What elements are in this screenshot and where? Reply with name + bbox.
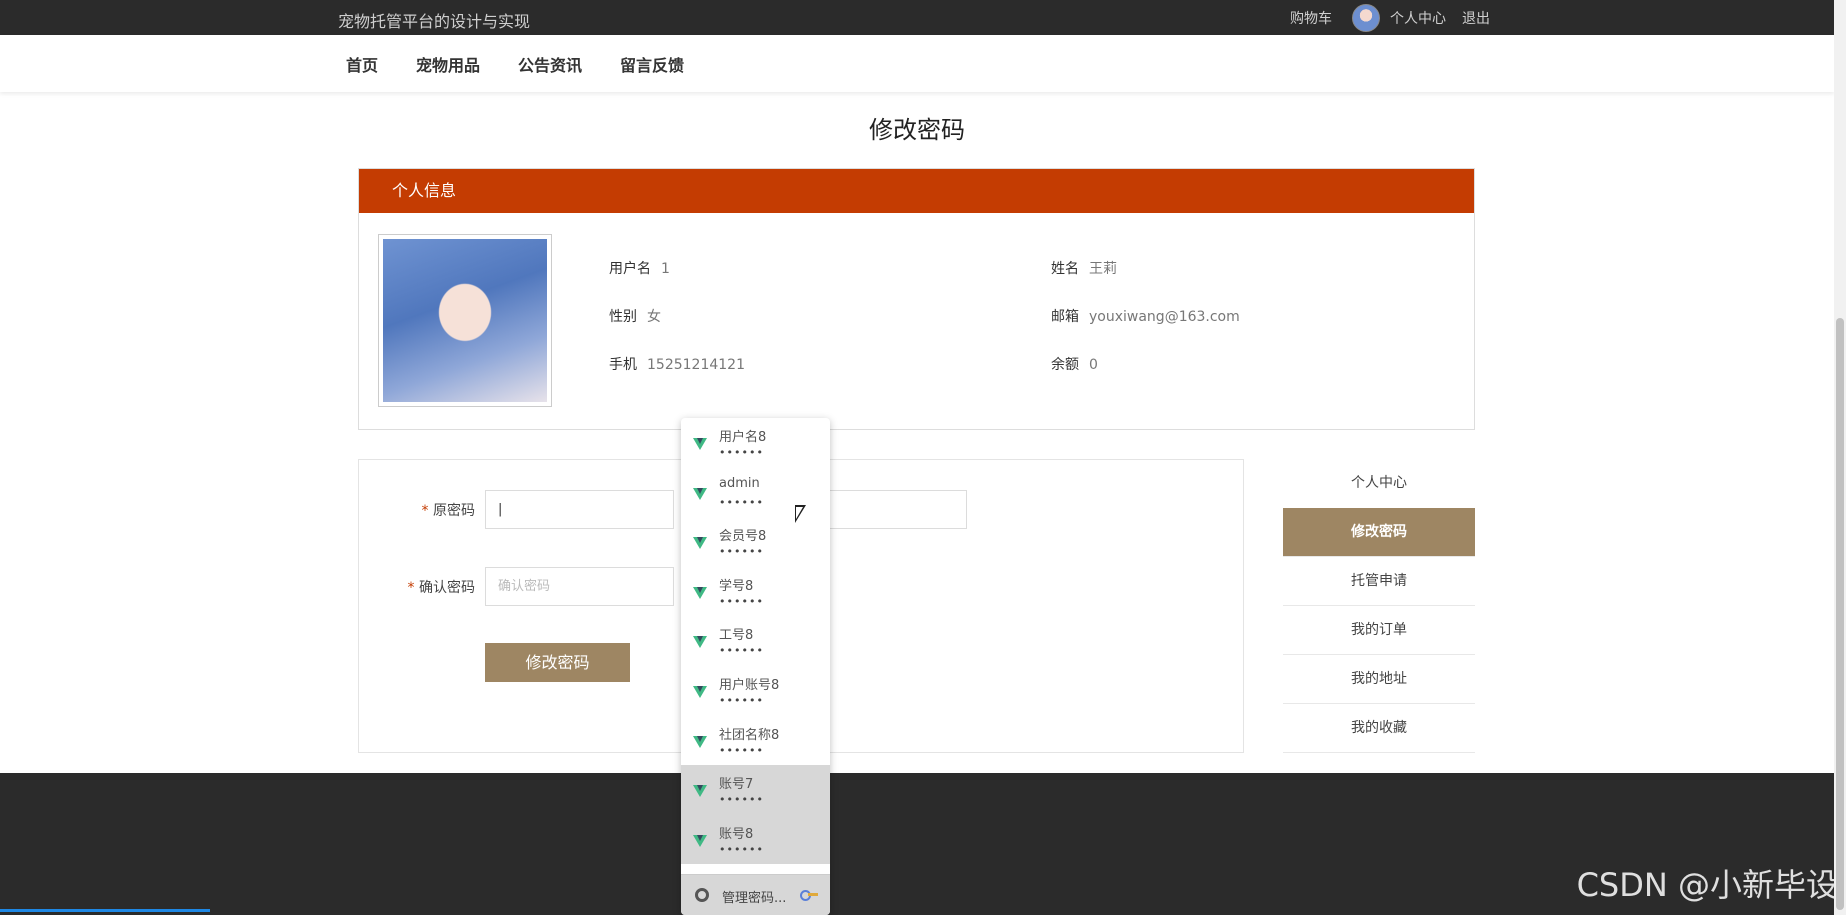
- autofill-password: ••••••: [719, 693, 764, 707]
- autofill-password: ••••••: [719, 495, 764, 509]
- old-password-input[interactable]: |: [485, 490, 674, 529]
- autofill-password: ••••••: [719, 842, 764, 856]
- balance-value: 0: [1089, 357, 1098, 373]
- site-title: 宠物托管平台的设计与实现: [338, 12, 531, 31]
- email-label: 邮箱: [1051, 309, 1079, 325]
- field-email: 邮箱 youxiwang@163.com: [1051, 306, 1240, 326]
- gender-value: 女: [647, 309, 661, 325]
- vue-logo-icon: [693, 834, 707, 847]
- autofill-item[interactable]: 会员号8 ••••••: [681, 517, 830, 567]
- top-bar: 宠物托管平台的设计与实现 购物车 个人中心 退出: [0, 0, 1834, 35]
- field-phone: 手机 15251214121: [609, 354, 745, 374]
- username-value: 1: [661, 261, 670, 277]
- vue-logo-icon: [693, 636, 707, 649]
- side-menu-item-change-password[interactable]: 修改密码: [1283, 508, 1475, 557]
- vue-logo-icon: [693, 785, 707, 798]
- vue-logo-icon: [693, 438, 707, 450]
- nav-item-feedback[interactable]: 留言反馈: [620, 52, 684, 76]
- vue-logo-icon: [693, 586, 707, 599]
- required-mark: *: [421, 503, 429, 519]
- manage-passwords-label: 管理密码...: [722, 891, 787, 906]
- text-caret: |: [498, 502, 503, 517]
- autofill-item[interactable]: 账号7 ••••••: [681, 765, 830, 815]
- manage-passwords-row[interactable]: 管理密码...: [681, 874, 830, 915]
- logout-link[interactable]: 退出: [1462, 8, 1490, 28]
- side-menu-item-boarding-request[interactable]: 托管申请: [1283, 557, 1475, 606]
- required-mark: *: [407, 580, 415, 596]
- vue-logo-icon: [693, 685, 707, 698]
- profile-info-panel: 个人信息 用户名 1 姓名 王莉 性别女 邮箱 youxiwang@163.com 手…: [358, 168, 1475, 430]
- vue-logo-icon: [693, 537, 707, 550]
- name-value: 王莉: [1089, 261, 1117, 277]
- key-icon: [800, 889, 818, 901]
- scrollbar-thumb[interactable]: [1836, 318, 1844, 910]
- side-menu: 个人中心 修改密码 托管申请 我的订单 我的地址 我的收藏: [1283, 459, 1475, 753]
- chrome-icon: [695, 888, 709, 902]
- balance-label: 余额: [1051, 357, 1079, 373]
- autofill-item[interactable]: admin ••••••: [681, 468, 830, 518]
- autofill-password: ••••••: [719, 793, 764, 807]
- field-username: 用户名 1: [609, 258, 670, 278]
- confirm-password-label: * 确认密码: [385, 577, 475, 597]
- autofill-password: ••••••: [719, 743, 764, 757]
- autofill-password: ••••••: [719, 644, 764, 658]
- phone-value: 15251214121: [647, 357, 745, 373]
- gender-label: 性别: [609, 309, 637, 325]
- autofill-item[interactable]: 用户名8 ••••••: [681, 418, 830, 468]
- profile-photo-frame: [378, 234, 552, 407]
- password-autofill-popup: 用户名8 •••••• admin •••••• 会员号8 •••••• 学号8…: [681, 418, 830, 915]
- avatar[interactable]: [1352, 3, 1380, 32]
- top-links: 购物车 个人中心 退出: [1290, 0, 1490, 35]
- autofill-username: 会员号8: [719, 529, 767, 545]
- nav-item-home[interactable]: 首页: [346, 52, 378, 76]
- watermark: CSDN @小新毕设: [1576, 866, 1838, 904]
- name-label: 姓名: [1051, 261, 1079, 277]
- main-nav: 首页 宠物用品 公告资讯 留言反馈: [0, 35, 1834, 92]
- cart-link[interactable]: 购物车: [1290, 8, 1332, 28]
- autofill-username: 学号8: [719, 578, 754, 594]
- nav-item-pet-supplies[interactable]: 宠物用品: [416, 52, 480, 76]
- side-menu-item-user-center[interactable]: 个人中心: [1283, 459, 1475, 508]
- vue-logo-icon: [693, 735, 707, 748]
- autofill-item[interactable]: 账号8 ••••••: [681, 814, 830, 865]
- user-center-link[interactable]: 个人中心: [1390, 8, 1446, 28]
- username-label: 用户名: [609, 261, 651, 277]
- autofill-username: 账号8: [719, 826, 754, 842]
- progress-indicator: [0, 909, 210, 912]
- confirm-password-input[interactable]: 确认密码: [485, 567, 674, 606]
- autofill-username: 用户账号8: [719, 677, 780, 693]
- profile-info-header: 个人信息: [359, 169, 1474, 213]
- autofill-password: ••••••: [719, 545, 764, 559]
- old-password-label-text: 原密码: [433, 503, 475, 519]
- autofill-username: 用户名8: [719, 430, 767, 445]
- autofill-item[interactable]: 社团名称8 ••••••: [681, 716, 830, 766]
- confirm-password-label-text: 确认密码: [419, 580, 475, 596]
- autofill-username: admin: [719, 475, 760, 491]
- autofill-username: 工号8: [719, 628, 754, 644]
- footer: [0, 773, 1834, 915]
- autofill-password: ••••••: [719, 594, 764, 608]
- side-menu-item-my-orders[interactable]: 我的订单: [1283, 606, 1475, 655]
- autofill-password: ••••••: [719, 446, 764, 459]
- nav-item-announcements[interactable]: 公告资讯: [518, 52, 582, 76]
- page-title: 修改密码: [869, 116, 965, 144]
- scrollbar[interactable]: [1834, 0, 1846, 915]
- field-name: 姓名 王莉: [1051, 258, 1117, 278]
- autofill-username: 账号7: [719, 777, 754, 793]
- side-menu-item-my-address[interactable]: 我的地址: [1283, 655, 1475, 704]
- autofill-item[interactable]: 用户账号8 ••••••: [681, 666, 830, 716]
- autofill-item[interactable]: 工号8 ••••••: [681, 616, 830, 666]
- profile-photo: [383, 239, 547, 402]
- phone-label: 手机: [609, 357, 637, 373]
- old-password-label: * 原密码: [385, 500, 475, 520]
- field-balance: 余额 0: [1051, 354, 1098, 374]
- autofill-item[interactable]: 学号8 ••••••: [681, 567, 830, 617]
- autofill-username: 社团名称8: [719, 727, 780, 743]
- vue-logo-icon: [693, 487, 707, 500]
- side-menu-item-my-favorites[interactable]: 我的收藏: [1283, 704, 1475, 753]
- field-gender: 性别女: [609, 306, 661, 326]
- mouse-cursor-icon: [795, 505, 806, 523]
- email-value: youxiwang@163.com: [1089, 309, 1240, 325]
- change-password-button[interactable]: 修改密码: [485, 643, 630, 682]
